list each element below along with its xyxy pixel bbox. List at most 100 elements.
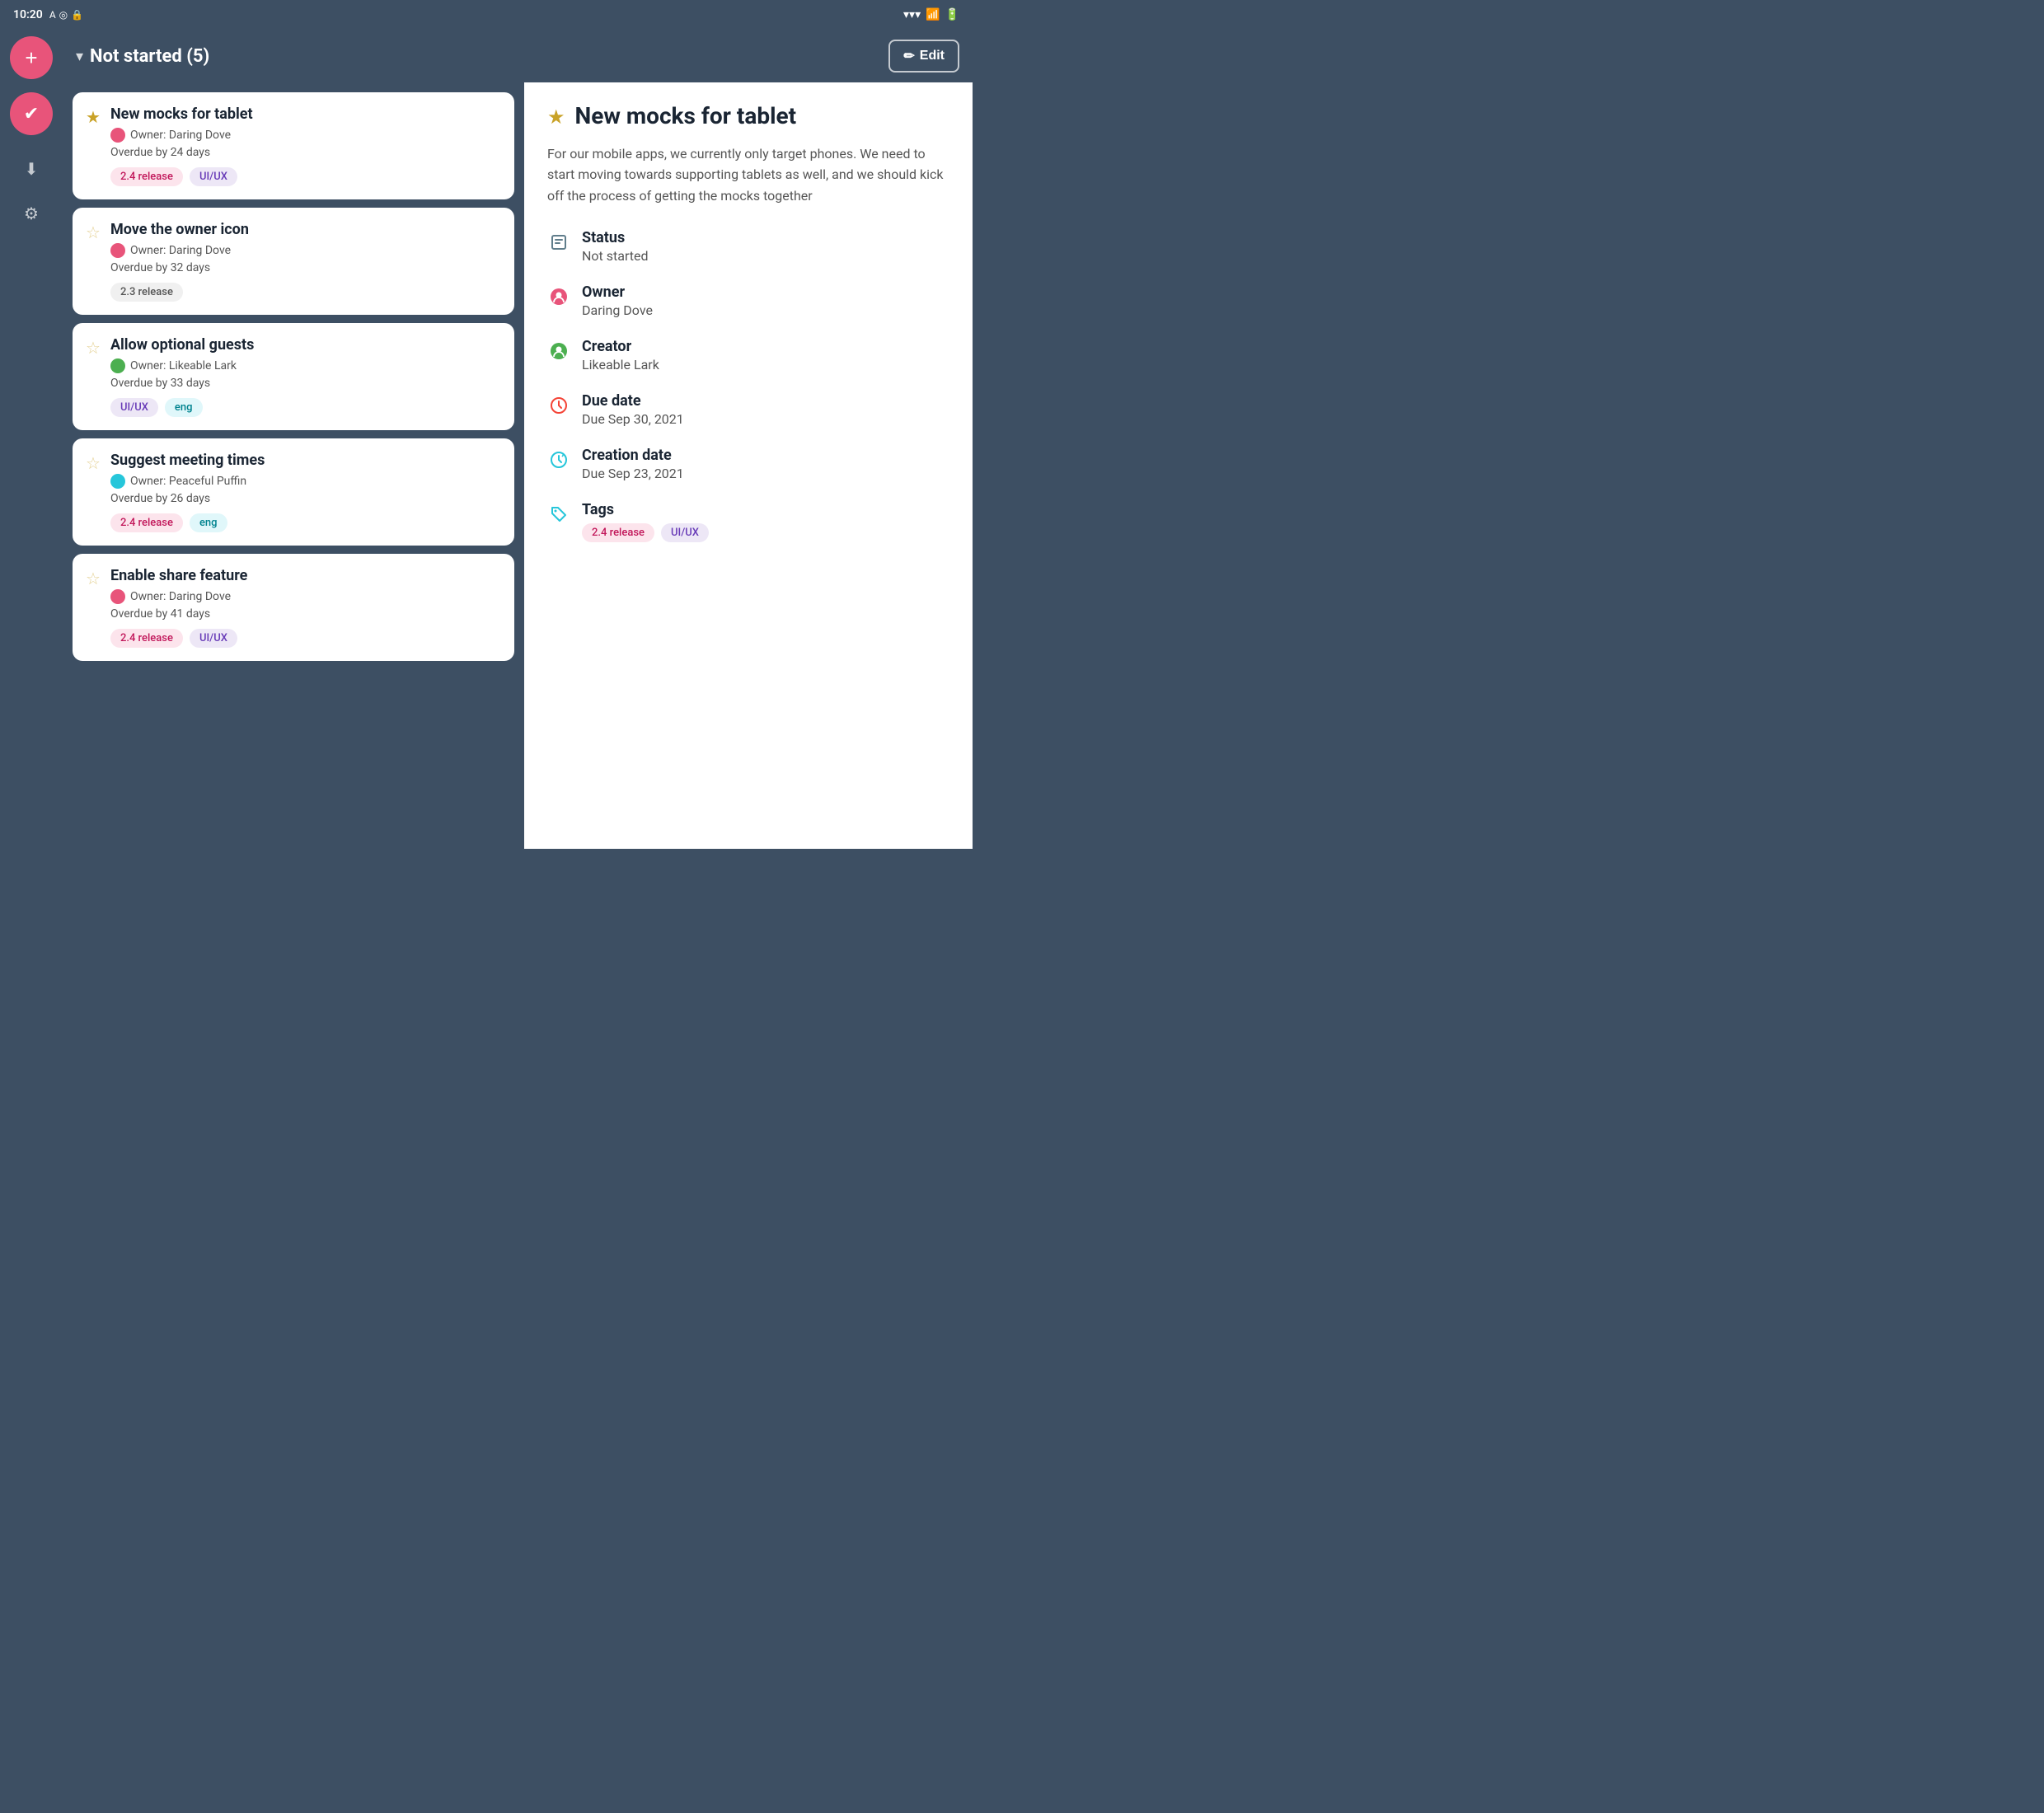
app-icon-circle: ◎ [59,9,68,21]
task-card-header: ☆ Enable share feature Owner: Daring Dov… [86,567,501,648]
tasks-button[interactable]: ✔ [10,92,53,135]
task-tag[interactable]: 2.3 release [110,283,183,302]
detail-due-value: Due Sep 30, 2021 [582,411,684,427]
status-icons: A ◎ 🔒 [49,9,83,21]
detail-tags-field: Tags 2.4 release UI/UX [547,501,949,542]
task-card[interactable]: ☆ Enable share feature Owner: Daring Dov… [73,554,514,661]
star-icon[interactable]: ☆ [86,223,101,242]
task-card-body: New mocks for tablet Owner: Daring Dove … [110,105,501,186]
battery-icon: 🔋 [945,8,959,21]
due-date-icon [547,394,570,417]
detail-status-content: Status Not started [582,229,649,264]
task-tag[interactable]: UI/UX [190,629,237,648]
detail-description: For our mobile apps, we currently only t… [547,143,949,207]
task-title: New mocks for tablet [110,105,501,123]
inbox-button[interactable]: ⬇ [14,152,49,186]
star-icon[interactable]: ☆ [86,453,101,473]
star-icon[interactable]: ☆ [86,569,101,588]
detail-status-field: Status Not started [547,229,949,264]
status-bar-left: 10:20 A ◎ 🔒 [13,8,83,21]
edit-label: Edit [920,49,945,63]
chevron-down-icon[interactable]: ▾ [76,48,83,65]
task-card-header: ☆ Allow optional guests Owner: Likeable … [86,336,501,417]
detail-tag[interactable]: 2.4 release [582,523,654,542]
owner-avatar [110,589,125,604]
detail-owner-label: Owner [582,283,653,301]
content-area: ▾ Not started (5) ✏ Edit ★ New mocks for… [63,30,973,849]
task-card[interactable]: ★ New mocks for tablet Owner: Daring Dov… [73,92,514,199]
task-owner: Owner: Daring Dove [110,589,501,604]
task-card-header: ★ New mocks for tablet Owner: Daring Dov… [86,105,501,186]
detail-due-field: Due date Due Sep 30, 2021 [547,392,949,427]
task-tag[interactable]: eng [165,398,203,417]
task-tag[interactable]: 2.4 release [110,513,183,532]
app-icon-a: A [49,9,56,21]
detail-creator-field: Creator Likeable Lark [547,338,949,372]
split-pane: ★ New mocks for tablet Owner: Daring Dov… [63,82,973,849]
task-list-panel: ★ New mocks for tablet Owner: Daring Dov… [63,82,524,849]
task-overdue: Overdue by 24 days [110,146,501,159]
owner-avatar [110,358,125,373]
star-icon[interactable]: ☆ [86,338,101,358]
detail-header: ★ New mocks for tablet [547,102,949,130]
task-tag[interactable]: eng [190,513,227,532]
task-card[interactable]: ☆ Allow optional guests Owner: Likeable … [73,323,514,430]
header-left: ▾ Not started (5) [76,46,209,67]
task-card-header: ☆ Move the owner icon Owner: Daring Dove… [86,221,501,302]
task-overdue: Overdue by 26 days [110,492,501,505]
wifi-icon: ▾▾▾ [903,8,921,21]
task-card[interactable]: ☆ Suggest meeting times Owner: Peaceful … [73,438,514,546]
owner-avatar [110,474,125,489]
task-title: Move the owner icon [110,221,501,238]
task-tag[interactable]: UI/UX [110,398,158,417]
task-detail-panel: ★ New mocks for tablet For our mobile ap… [524,82,973,849]
task-card-body: Suggest meeting times Owner: Peaceful Pu… [110,452,501,532]
tags-icon [547,503,570,526]
task-tags: 2.4 release UI/UX [110,167,501,186]
lock-icon: 🔒 [71,9,83,21]
task-title: Suggest meeting times [110,452,501,469]
edit-button[interactable]: ✏ Edit [888,40,959,73]
task-owner: Owner: Peaceful Puffin [110,474,501,489]
task-overdue: Overdue by 33 days [110,377,501,390]
detail-creator-content: Creator Likeable Lark [582,338,659,372]
star-icon[interactable]: ★ [86,107,101,127]
detail-tags-content: Tags 2.4 release UI/UX [582,501,709,542]
task-tag[interactable]: 2.4 release [110,629,183,648]
task-overdue: Overdue by 32 days [110,261,501,274]
status-icon [547,231,570,254]
detail-status-label: Status [582,229,649,246]
task-title: Enable share feature [110,567,501,584]
task-owner: Owner: Daring Dove [110,128,501,143]
detail-due-content: Due date Due Sep 30, 2021 [582,392,684,427]
check-icon: ✔ [24,103,39,124]
task-tags: 2.3 release [110,283,501,302]
detail-tag[interactable]: UI/UX [661,523,709,542]
detail-star-icon[interactable]: ★ [547,105,565,129]
add-button[interactable]: + [10,36,53,79]
detail-owner-content: Owner Daring Dove [582,283,653,318]
pencil-icon: ✏ [903,48,914,64]
settings-button[interactable]: ⚙ [14,196,49,231]
main-layout: + ✔ ⬇ ⚙ ▾ Not started (5) ✏ Edit [0,30,973,849]
task-owner: Owner: Daring Dove [110,243,501,258]
detail-tags-label: Tags [582,501,709,518]
detail-creation-label: Creation date [582,447,684,464]
owner-icon [547,285,570,308]
task-tag[interactable]: 2.4 release [110,167,183,186]
task-tags: 2.4 release eng [110,513,501,532]
creation-date-icon [547,448,570,471]
task-card[interactable]: ☆ Move the owner icon Owner: Daring Dove… [73,208,514,315]
task-card-body: Enable share feature Owner: Daring Dove … [110,567,501,648]
detail-creator-value: Likeable Lark [582,357,659,372]
status-bar-right: ▾▾▾ 📶 🔋 [903,8,959,21]
owner-avatar [110,128,125,143]
detail-title: New mocks for tablet [575,102,797,130]
task-overdue: Overdue by 41 days [110,607,501,621]
detail-owner-value: Daring Dove [582,302,653,318]
task-tag[interactable]: UI/UX [190,167,237,186]
sidebar: + ✔ ⬇ ⚙ [0,30,63,849]
task-card-body: Move the owner icon Owner: Daring Dove O… [110,221,501,302]
detail-due-label: Due date [582,392,684,410]
detail-owner-field: Owner Daring Dove [547,283,949,318]
